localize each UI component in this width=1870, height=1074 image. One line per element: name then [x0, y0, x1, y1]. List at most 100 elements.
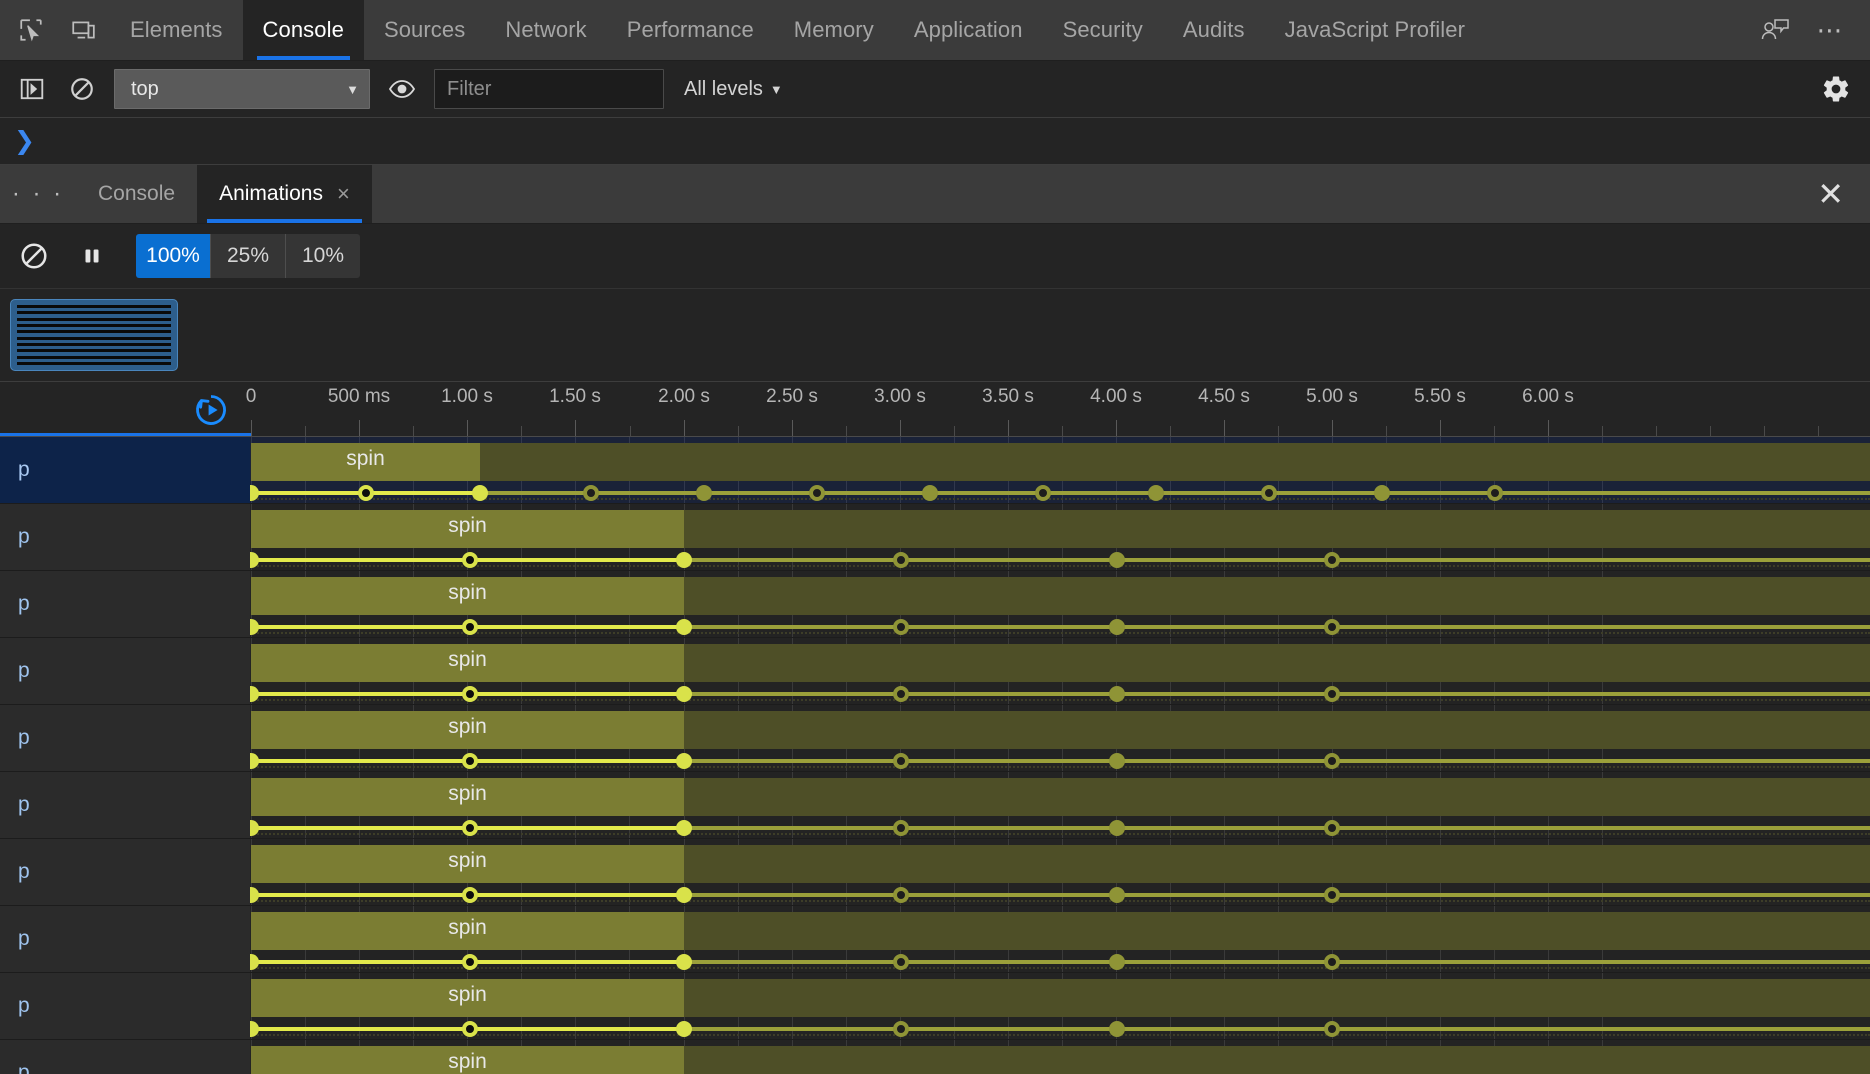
- animation-group-preview-1[interactable]: [10, 299, 178, 371]
- animation-row[interactable]: p spin: [0, 772, 1870, 839]
- keyframe-marker[interactable]: [1109, 552, 1125, 568]
- keyframe-marker[interactable]: [922, 485, 938, 501]
- keyframe-marker[interactable]: [1374, 485, 1390, 501]
- tab-application[interactable]: Application: [894, 0, 1043, 60]
- console-log-levels-dropdown[interactable]: All levels ▼: [684, 78, 783, 101]
- keyframe-marker[interactable]: [809, 485, 825, 501]
- keyframe-marker[interactable]: [893, 954, 909, 970]
- feedback-icon[interactable]: [1758, 13, 1792, 47]
- console-prompt-row[interactable]: ❯: [0, 118, 1870, 165]
- animation-track[interactable]: spin: [250, 705, 1870, 771]
- keyframe-marker[interactable]: [472, 485, 488, 501]
- drawer-more-tabs-icon[interactable]: · · ·: [0, 165, 76, 223]
- keyframe-marker[interactable]: [462, 887, 478, 903]
- timeline-ruler[interactable]: 0 500 ms 1.00 s 1.50 s 2.00 s 2.50 s 3.00 s 3.5…: [0, 382, 1870, 437]
- animation-row[interactable]: p spin: [0, 705, 1870, 772]
- console-context-selector[interactable]: top ▼: [114, 69, 370, 109]
- animation-track[interactable]: spin: [250, 973, 1870, 1039]
- keyframe-marker[interactable]: [893, 820, 909, 836]
- keyframe-marker[interactable]: [676, 887, 692, 903]
- keyframe-marker[interactable]: [462, 1021, 478, 1037]
- keyframe-marker[interactable]: [462, 820, 478, 836]
- replay-animation-icon[interactable]: [193, 392, 229, 433]
- animation-row[interactable]: p spin: [0, 1040, 1870, 1074]
- keyframe-marker[interactable]: [1324, 619, 1340, 635]
- animation-row[interactable]: p spin: [0, 437, 1870, 504]
- device-toolbar-icon[interactable]: [66, 13, 100, 47]
- keyframe-marker[interactable]: [1324, 820, 1340, 836]
- drawer-close-button[interactable]: ✕: [1791, 165, 1870, 223]
- keyframe-marker[interactable]: [676, 619, 692, 635]
- pause-animations-icon[interactable]: [72, 236, 112, 276]
- tab-sources[interactable]: Sources: [364, 0, 485, 60]
- animation-row[interactable]: p spin: [0, 571, 1870, 638]
- keyframe-marker[interactable]: [676, 686, 692, 702]
- keyframe-marker[interactable]: [893, 753, 909, 769]
- clear-console-icon[interactable]: [64, 71, 100, 107]
- keyframe-marker[interactable]: [1487, 485, 1503, 501]
- animation-node-label[interactable]: p: [0, 504, 250, 570]
- keyframe-marker[interactable]: [1109, 753, 1125, 769]
- keyframe-marker[interactable]: [583, 485, 599, 501]
- live-expression-eye-icon[interactable]: [384, 71, 420, 107]
- animation-node-label[interactable]: p: [0, 906, 250, 972]
- more-options-icon[interactable]: ⋯: [1814, 13, 1848, 47]
- keyframe-marker[interactable]: [676, 552, 692, 568]
- animation-node-label[interactable]: p: [0, 437, 250, 503]
- keyframe-marker[interactable]: [462, 552, 478, 568]
- tab-performance[interactable]: Performance: [607, 0, 774, 60]
- animation-track[interactable]: spin: [250, 839, 1870, 905]
- tab-audits[interactable]: Audits: [1163, 0, 1265, 60]
- tab-security[interactable]: Security: [1043, 0, 1163, 60]
- keyframe-marker[interactable]: [1324, 753, 1340, 769]
- keyframe-marker[interactable]: [1109, 686, 1125, 702]
- animation-node-label[interactable]: p: [0, 839, 250, 905]
- console-filter-input[interactable]: [434, 69, 664, 109]
- tab-elements[interactable]: Elements: [110, 0, 243, 60]
- close-icon[interactable]: ×: [337, 183, 350, 205]
- animation-node-label[interactable]: p: [0, 705, 250, 771]
- keyframe-marker[interactable]: [1109, 887, 1125, 903]
- keyframe-marker[interactable]: [1109, 954, 1125, 970]
- keyframe-marker[interactable]: [893, 887, 909, 903]
- keyframe-marker[interactable]: [696, 485, 712, 501]
- keyframe-marker[interactable]: [1109, 820, 1125, 836]
- animation-track[interactable]: spin: [250, 437, 1870, 503]
- keyframe-marker[interactable]: [893, 1021, 909, 1037]
- keyframe-marker[interactable]: [1109, 1021, 1125, 1037]
- tab-javascript-profiler[interactable]: JavaScript Profiler: [1265, 0, 1485, 60]
- keyframe-marker[interactable]: [462, 686, 478, 702]
- keyframe-marker[interactable]: [893, 619, 909, 635]
- keyframe-marker[interactable]: [358, 485, 374, 501]
- animation-node-label[interactable]: p: [0, 1040, 250, 1074]
- tab-network[interactable]: Network: [485, 0, 606, 60]
- keyframe-marker[interactable]: [676, 1021, 692, 1037]
- animation-row[interactable]: p spin: [0, 504, 1870, 571]
- settings-gear-icon[interactable]: [1816, 69, 1856, 109]
- keyframe-marker[interactable]: [1324, 686, 1340, 702]
- animation-track[interactable]: spin: [250, 1040, 1870, 1074]
- speed-100-button[interactable]: 100%: [136, 234, 211, 278]
- animation-node-label[interactable]: p: [0, 772, 250, 838]
- keyframe-marker[interactable]: [1324, 954, 1340, 970]
- animation-row[interactable]: p spin: [0, 973, 1870, 1040]
- animation-track[interactable]: spin: [250, 638, 1870, 704]
- animation-track[interactable]: spin: [250, 504, 1870, 570]
- animation-track[interactable]: spin: [250, 906, 1870, 972]
- keyframe-marker[interactable]: [893, 686, 909, 702]
- tab-memory[interactable]: Memory: [774, 0, 894, 60]
- animation-node-label[interactable]: p: [0, 638, 250, 704]
- keyframe-marker[interactable]: [1261, 485, 1277, 501]
- animation-track[interactable]: spin: [250, 772, 1870, 838]
- animation-node-label[interactable]: p: [0, 571, 250, 637]
- inspect-element-icon[interactable]: [14, 13, 48, 47]
- keyframe-marker[interactable]: [1324, 1021, 1340, 1037]
- clear-all-animations-icon[interactable]: [14, 236, 54, 276]
- keyframe-marker[interactable]: [1324, 887, 1340, 903]
- animation-track[interactable]: spin: [250, 571, 1870, 637]
- keyframe-marker[interactable]: [1035, 485, 1051, 501]
- console-sidebar-toggle-icon[interactable]: [14, 71, 50, 107]
- tab-console[interactable]: Console: [242, 0, 364, 60]
- speed-10-button[interactable]: 10%: [286, 234, 360, 278]
- keyframe-marker[interactable]: [462, 619, 478, 635]
